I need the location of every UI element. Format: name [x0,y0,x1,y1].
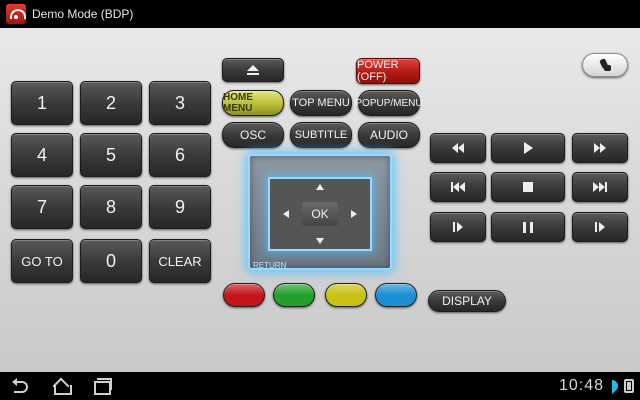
ok-button[interactable]: OK [302,202,338,226]
popup-menu-button[interactable]: POPUP/MENU [355,90,423,116]
step-forward-icon [595,222,605,232]
key-7-button[interactable]: 7 [11,185,73,229]
dpad-down-icon[interactable] [316,238,324,244]
system-nav-bar: 10:48 [0,372,640,400]
key-4-button[interactable]: 4 [11,133,73,177]
eject-icon [247,65,259,75]
skip-forward-icon [593,182,607,192]
audio-button[interactable]: AUDIO [358,122,420,148]
key-6-button[interactable]: 6 [149,133,211,177]
step-back-button[interactable] [430,212,486,242]
return-label: RETURN [253,261,287,270]
yellow-button[interactable] [325,283,367,307]
step-back-icon [453,222,463,232]
recents-icon[interactable] [92,378,112,395]
display-button[interactable]: DISPLAY [428,290,506,312]
power-button[interactable]: POWER (OFF) [356,58,420,84]
key-0-button[interactable]: 0 [80,239,142,283]
pointer-mode-button[interactable] [582,53,628,77]
clear-button[interactable]: CLEAR [149,239,211,283]
dpad-right-icon[interactable] [351,210,357,218]
play-button[interactable] [491,133,565,163]
top-menu-button[interactable]: TOP MENU [290,90,352,116]
skip-back-icon [451,182,465,192]
key-9-button[interactable]: 9 [149,185,211,229]
clock: 10:48 [558,377,604,394]
back-icon[interactable] [12,378,30,394]
goto-button[interactable]: GO TO [11,239,73,283]
wifi-icon [606,380,618,392]
step-forward-button[interactable] [572,212,628,242]
remote-panel: 1 2 3 4 5 6 7 8 9 GO TO 0 CLEAR POWER (O… [0,28,640,372]
eject-button[interactable] [222,58,284,82]
battery-icon [624,379,634,393]
title-bar: Demo Mode (BDP) [0,0,640,28]
window-title: Demo Mode (BDP) [32,7,134,21]
skip-back-button[interactable] [430,172,486,202]
rewind-icon [452,143,464,153]
dpad-left-icon[interactable] [283,210,289,218]
home-icon[interactable] [52,378,72,395]
hand-pointer-icon [598,59,612,71]
osc-button[interactable]: OSC [222,122,284,148]
fast-forward-button[interactable] [572,133,628,163]
key-1-button[interactable]: 1 [11,81,73,125]
key-8-button[interactable]: 8 [80,185,142,229]
key-5-button[interactable]: 5 [80,133,142,177]
rewind-button[interactable] [430,133,486,163]
red-button[interactable] [223,283,265,307]
home-menu-button[interactable]: HOME MENU [222,90,284,116]
stop-button[interactable] [491,172,565,202]
blue-button[interactable] [375,283,417,307]
app-wifi-icon [6,4,26,24]
skip-forward-button[interactable] [572,172,628,202]
subtitle-button[interactable]: SUBTITLE [290,122,352,148]
key-2-button[interactable]: 2 [80,81,142,125]
stop-icon [523,182,533,192]
play-icon [523,142,533,154]
dpad-up-icon[interactable] [316,184,324,190]
pause-icon [521,221,535,233]
pause-button[interactable] [491,212,565,242]
green-button[interactable] [273,283,315,307]
key-3-button[interactable]: 3 [149,81,211,125]
fast-forward-icon [594,143,606,153]
